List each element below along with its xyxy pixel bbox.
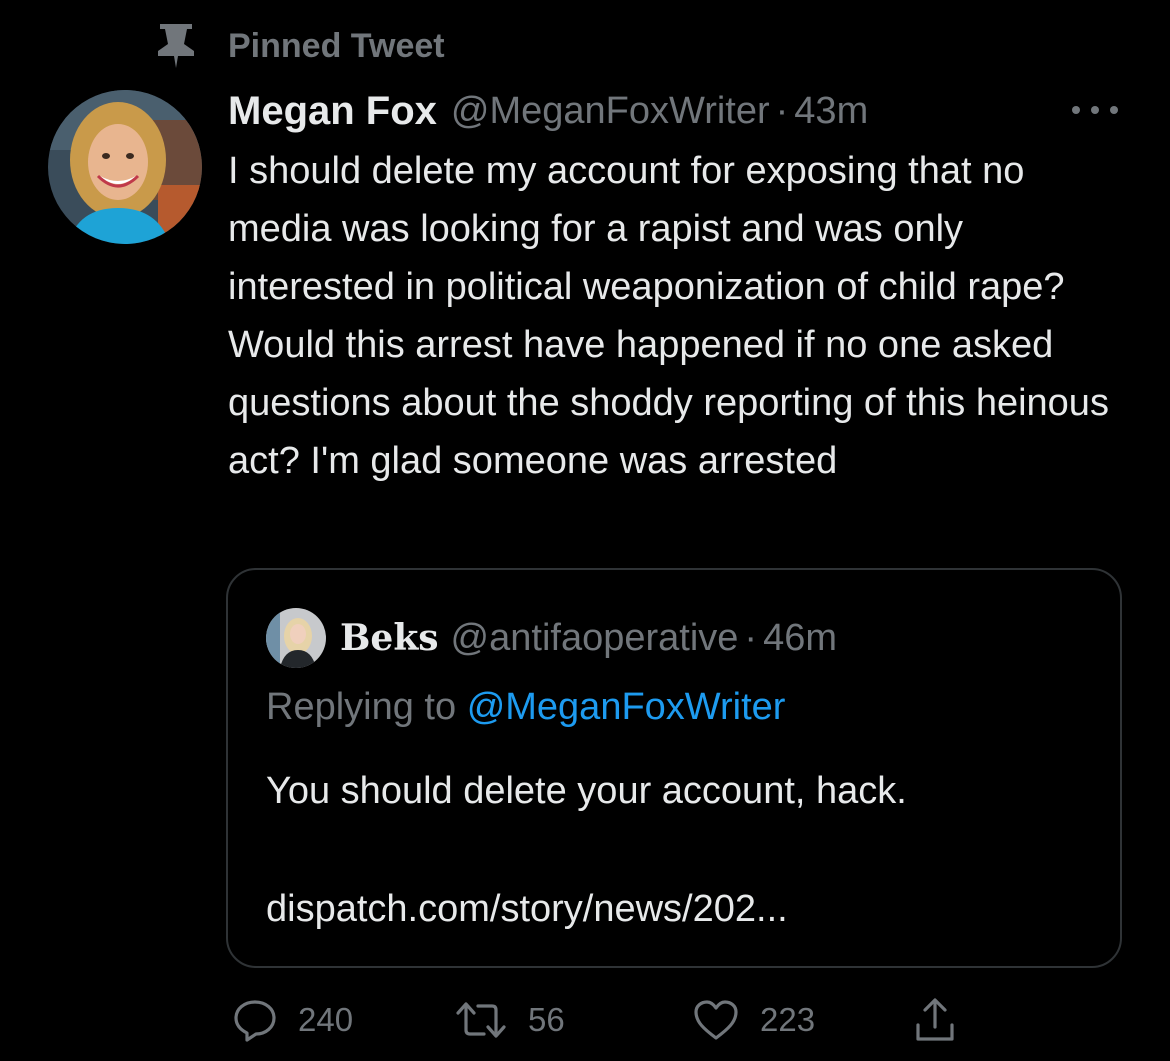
tweet-timestamp[interactable]: 43m — [794, 90, 868, 133]
like-count: 223 — [760, 1001, 816, 1038]
share-icon — [914, 997, 956, 1043]
reply-button[interactable]: 240 — [232, 990, 353, 1050]
quoted-tweet-card[interactable]: Beks @antifaoperative · 46m Replying to … — [226, 568, 1122, 968]
pinned-tweet-label: Pinned Tweet — [228, 26, 445, 65]
quoted-tweet-text: You should delete your account, hack. — [266, 770, 907, 812]
like-button[interactable]: 223 — [692, 990, 815, 1050]
retweet-icon — [454, 998, 508, 1042]
tweet-actions-bar: 240 56 223 — [226, 990, 1126, 1050]
replying-to-label: Replying to — [266, 686, 457, 728]
author-avatar[interactable] — [48, 90, 202, 244]
quoted-author-handle[interactable]: @antifaoperative — [451, 617, 739, 660]
author-handle[interactable]: @MeganFoxWriter — [451, 90, 770, 133]
reply-icon — [232, 998, 278, 1042]
retweet-button[interactable]: 56 — [454, 990, 565, 1050]
pin-icon — [150, 22, 202, 70]
quoted-tweet-link[interactable]: dispatch.com/story/news/202... — [266, 880, 1086, 938]
pinned-tweet-row: Pinned Tweet — [150, 22, 445, 70]
quoted-tweet-timestamp: 46m — [763, 616, 837, 659]
reply-count: 240 — [298, 1001, 354, 1038]
quoted-author-name[interactable]: Beks — [340, 617, 439, 659]
more-options-icon[interactable] — [1068, 90, 1122, 130]
author-name[interactable]: Megan Fox — [228, 89, 437, 134]
quoted-tweet-header: Beks @antifaoperative · 46m — [266, 606, 837, 670]
tweet-text: I should delete my account for exposing … — [228, 150, 1109, 482]
separator-dot: · — [775, 89, 789, 132]
quoted-author-avatar — [266, 608, 326, 668]
tweet-header: Megan Fox @MeganFoxWriter · 43m — [228, 82, 1128, 140]
replying-to-line: Replying to @MeganFoxWriter — [266, 686, 785, 729]
share-button[interactable] — [914, 990, 956, 1050]
separator-dot: · — [744, 616, 758, 659]
retweet-count: 56 — [528, 1001, 565, 1038]
replying-to-mention[interactable]: @MeganFoxWriter — [467, 686, 786, 728]
heart-icon — [692, 998, 740, 1042]
